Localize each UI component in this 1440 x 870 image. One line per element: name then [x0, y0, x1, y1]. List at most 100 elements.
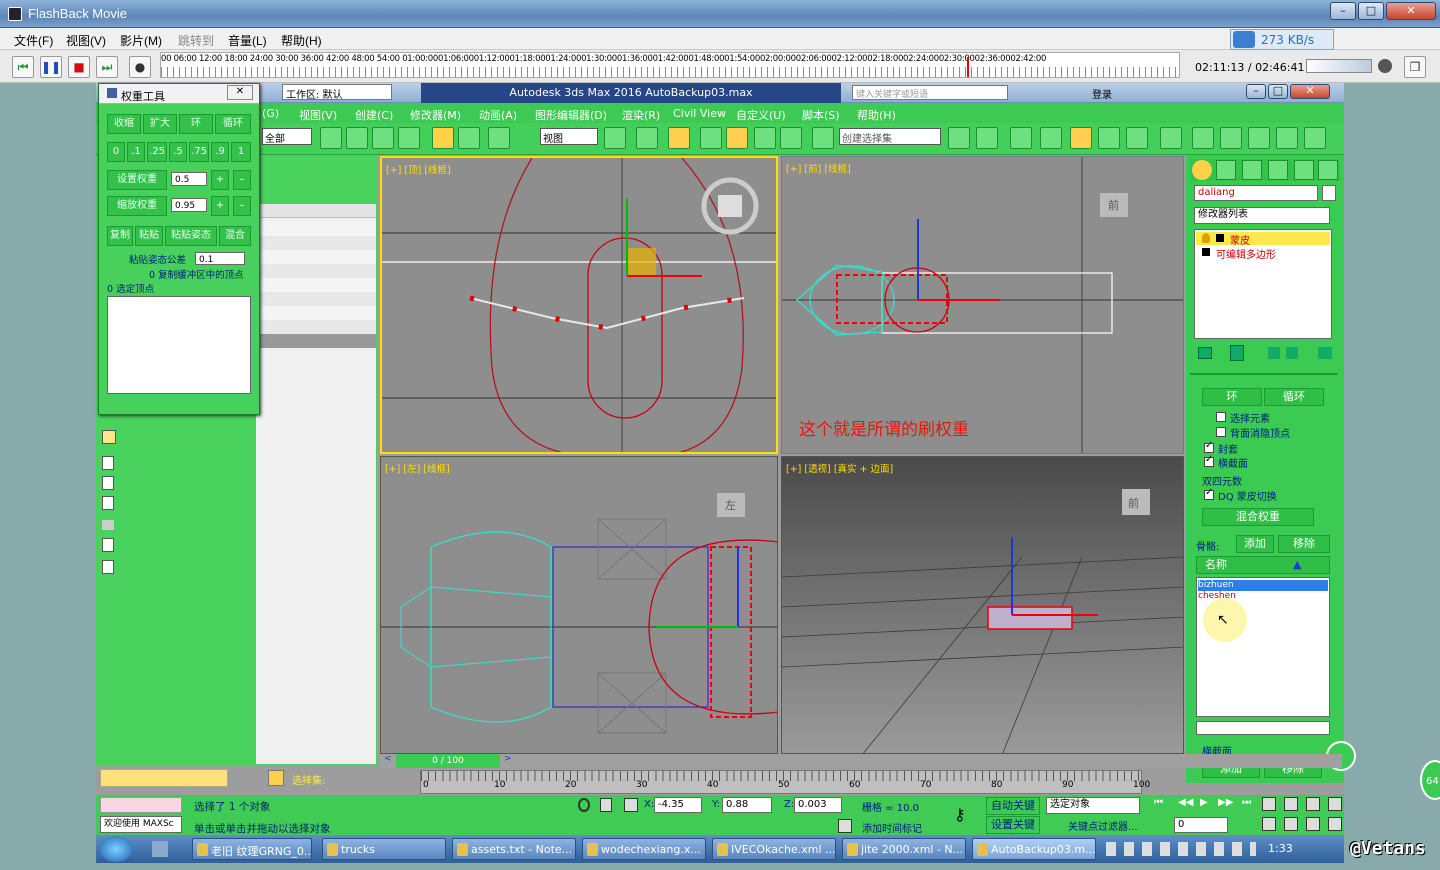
render-activeshade-icon[interactable]: [1276, 127, 1298, 149]
layer-explorer-icon[interactable]: [1010, 127, 1032, 149]
add-bone-button[interactable]: 添加: [1236, 535, 1274, 553]
play-icon[interactable]: ▶: [1200, 797, 1208, 808]
modify-tab-icon[interactable]: [1216, 160, 1236, 180]
playhead[interactable]: [967, 57, 969, 77]
loop-button[interactable]: 循环: [215, 114, 251, 134]
make-unique-icon[interactable]: [1268, 347, 1280, 359]
configure-sets-icon[interactable]: [1318, 347, 1332, 359]
keyboard-shortcut-icon[interactable]: [668, 127, 690, 149]
weight-1-button[interactable]: 1: [231, 142, 251, 162]
pivot-icon[interactable]: [604, 127, 626, 149]
close-button[interactable]: ✕: [1386, 2, 1436, 20]
z-coordinate[interactable]: 0.003: [794, 797, 842, 813]
align-icon[interactable]: [976, 127, 998, 149]
max-restore-button[interactable]: □: [1268, 84, 1288, 99]
name-sort-header[interactable]: 名称 ▲: [1196, 556, 1330, 574]
field-of-view-icon[interactable]: [1262, 817, 1276, 831]
viewport-top[interactable]: [+] [顶] [线框]: [380, 156, 778, 454]
curve-editor-icon[interactable]: [1070, 127, 1092, 149]
max-menu-customize[interactable]: 自定义(U): [736, 107, 786, 123]
max-menu-group[interactable]: (G): [262, 107, 279, 120]
hierarchy-tab-icon[interactable]: [1242, 160, 1262, 180]
weight-0.9-button[interactable]: .9: [211, 142, 229, 162]
skip-start-icon[interactable]: ⏮: [12, 56, 34, 78]
cross-sections-checkbox[interactable]: [1204, 454, 1214, 467]
zoom-extents-icon[interactable]: [1306, 797, 1320, 811]
weight-list-box[interactable]: [107, 296, 251, 394]
set-key-button[interactable]: 设置关键点: [986, 816, 1040, 847]
y-coordinate[interactable]: 0.88: [722, 797, 772, 813]
render-iterative-icon[interactable]: [1248, 127, 1270, 149]
start-button[interactable]: [100, 836, 132, 862]
spinner-snap-icon[interactable]: [780, 127, 802, 149]
create-tab-icon[interactable]: [1192, 160, 1212, 180]
menu-volume[interactable]: 音量(L): [228, 32, 267, 49]
tray-icons[interactable]: [1106, 842, 1256, 856]
max-menu-animation[interactable]: 动画(A): [479, 107, 517, 123]
modifier-list-dropdown[interactable]: 修改器列表: [1194, 207, 1330, 224]
minimize-button[interactable]: –: [1330, 2, 1356, 20]
select-object-icon[interactable]: [320, 127, 342, 149]
volume-slider[interactable]: [1306, 59, 1372, 73]
max-menu-rendering[interactable]: 渲染(R): [622, 107, 660, 123]
pin-stack-icon[interactable]: [1198, 347, 1212, 359]
taskbar-item[interactable]: wodechexiang.x...: [582, 838, 706, 860]
isolate-icon[interactable]: [268, 770, 284, 786]
weight-minus-button[interactable]: –: [233, 170, 251, 190]
weight-plus-button[interactable]: +: [211, 170, 229, 190]
backface-cull-checkbox[interactable]: [1216, 427, 1226, 437]
weight-0-button[interactable]: 0: [107, 142, 125, 162]
taskbar-item[interactable]: trucks: [322, 838, 446, 860]
ring-button[interactable]: 环: [179, 114, 213, 134]
object-color-swatch[interactable]: [1322, 185, 1336, 201]
show-end-result-icon[interactable]: [1230, 345, 1244, 361]
go-to-start-icon[interactable]: ⏮: [1154, 797, 1163, 808]
restore-window-icon[interactable]: ❐: [1404, 56, 1426, 78]
menu-file[interactable]: 文件(F): [14, 32, 53, 49]
paste-pose-button[interactable]: 粘贴姿态: [165, 226, 217, 246]
orbit-icon[interactable]: [1306, 817, 1320, 831]
loop-button[interactable]: 循环: [1264, 388, 1324, 406]
menu-goto[interactable]: 跳转到: [178, 32, 214, 49]
auto-key-button[interactable]: 自动关键点: [986, 797, 1040, 828]
filter-icon[interactable]: [102, 520, 114, 530]
zoom-icon[interactable]: [1262, 797, 1276, 811]
max-menu-create[interactable]: 创建(C): [355, 107, 393, 123]
shrink-button[interactable]: 收缩: [107, 114, 141, 134]
record-icon[interactable]: ●: [129, 56, 151, 78]
taskbar-item[interactable]: assets.txt - Note...: [452, 838, 576, 860]
taskbar-item[interactable]: jite 2000.xml - N...: [842, 838, 966, 860]
zoom-all-icon[interactable]: [1284, 797, 1298, 811]
layer-dropdown[interactable]: 全部: [262, 128, 312, 145]
set-weight-input[interactable]: 0.5: [171, 172, 207, 186]
taskbar-item-active[interactable]: AutoBackup03.m...: [972, 838, 1096, 860]
key-filters-button[interactable]: 关键点过滤器...: [1068, 818, 1138, 833]
remove-modifier-icon[interactable]: [1286, 347, 1298, 359]
scale-icon[interactable]: [488, 127, 510, 149]
side-circle-badge[interactable]: 64: [1420, 760, 1440, 800]
selected-object-dropdown[interactable]: 选定对象: [1046, 797, 1140, 814]
stack-item-skin[interactable]: 蒙皮: [1196, 232, 1330, 247]
next-key-icon[interactable]: ▶▶: [1218, 797, 1233, 808]
viewport-left[interactable]: [+] [左] [线框] 左: [380, 456, 778, 754]
maximize-toggle-icon[interactable]: [1328, 817, 1342, 831]
expand-icon[interactable]: [1216, 234, 1224, 242]
mirror-icon[interactable]: [948, 127, 970, 149]
max-minimize-button[interactable]: –: [1246, 84, 1266, 99]
scale-minus-button[interactable]: –: [233, 196, 251, 216]
time-slider-thumb[interactable]: 0 / 100: [396, 754, 500, 768]
motion-tab-icon[interactable]: [1268, 160, 1288, 180]
scale-plus-button[interactable]: +: [211, 196, 229, 216]
pan-icon[interactable]: [1284, 817, 1298, 831]
select-by-name-icon[interactable]: [346, 127, 368, 149]
viewcube-perspective[interactable]: 前: [1128, 495, 1139, 511]
modifier-stack[interactable]: 蒙皮 可编辑多边形: [1194, 229, 1332, 339]
prev-key-icon[interactable]: ◀◀: [1178, 797, 1193, 808]
current-frame-input[interactable]: 0: [1174, 817, 1228, 833]
utilities-tab-icon[interactable]: [1318, 160, 1338, 180]
angle-snap-icon[interactable]: [726, 127, 748, 149]
dialog-close-button[interactable]: ✕: [227, 85, 253, 100]
rotate-icon[interactable]: [458, 127, 480, 149]
list-item[interactable]: [256, 334, 376, 348]
max-menu-graph-editors[interactable]: 图形编辑器(D): [535, 107, 607, 123]
